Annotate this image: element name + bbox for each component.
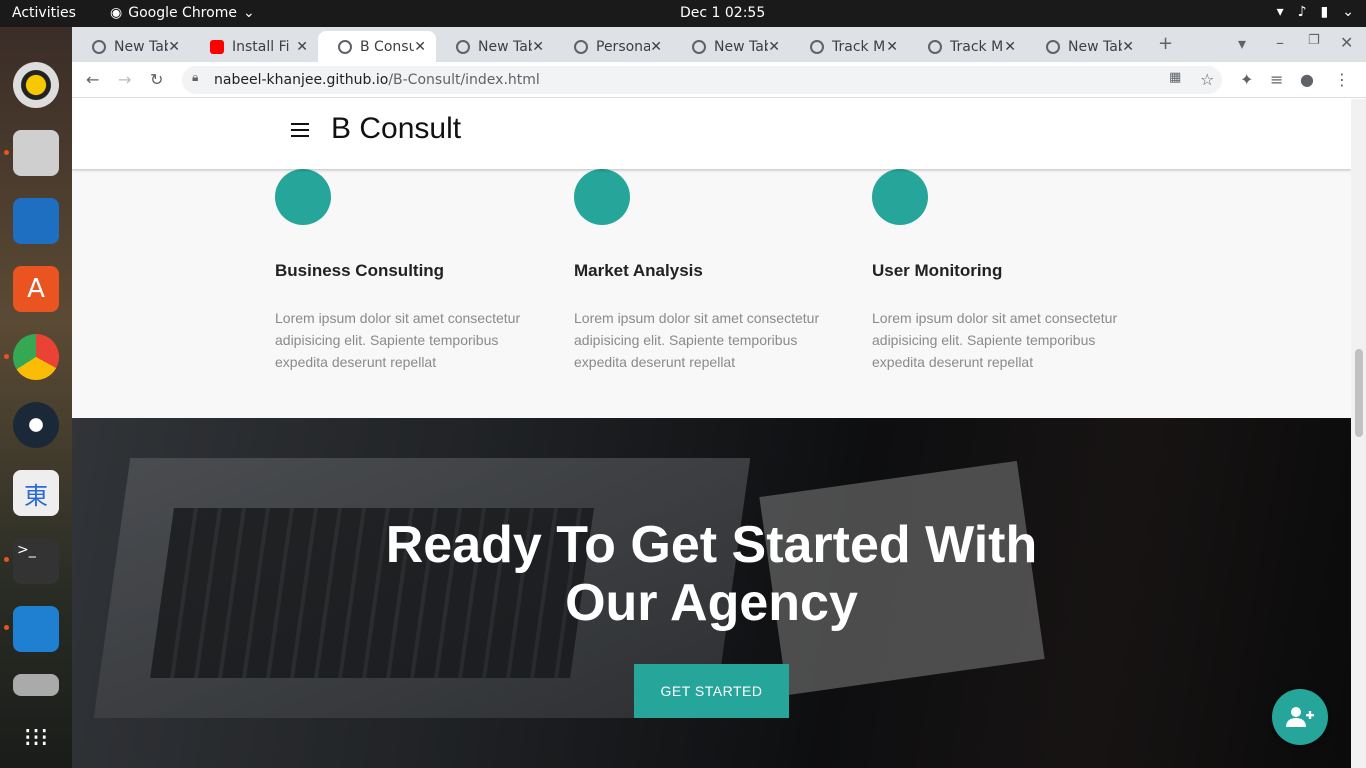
close-icon[interactable]: ✕ xyxy=(296,39,308,55)
steam-icon[interactable] xyxy=(13,402,59,448)
tab[interactable]: Install Fi ✕ xyxy=(190,31,318,62)
minimize-icon[interactable]: – xyxy=(1276,33,1284,52)
activities-button[interactable]: Activities xyxy=(12,5,76,21)
service-title: Market Analysis xyxy=(574,261,703,280)
web-page: B Consult Business Consulting Lorem ipsu… xyxy=(72,99,1351,768)
tab[interactable]: New Tab ✕ xyxy=(72,31,190,62)
mouse-icon xyxy=(275,169,331,225)
globe-icon xyxy=(1046,39,1060,54)
lock-icon: 🔒︎ xyxy=(192,70,199,84)
service-title: User Monitoring xyxy=(872,261,1003,280)
wifi-icon: ▾ xyxy=(1276,4,1284,20)
input-method-icon[interactable]: 東 xyxy=(13,470,59,516)
page-scrollbar[interactable] xyxy=(1351,99,1366,768)
clock[interactable]: Dec 1 02:55 xyxy=(680,5,765,21)
globe-icon xyxy=(810,39,824,54)
system-tray[interactable]: ▾ ♪ ▮ ⌄ xyxy=(1277,4,1354,20)
service-text: Lorem ipsum dolor sit amet consectetur a… xyxy=(872,310,1118,370)
close-icon[interactable]: ✕ xyxy=(168,39,180,55)
close-icon[interactable]: ✕ xyxy=(768,39,780,55)
hamburger-menu-icon[interactable] xyxy=(291,123,309,137)
monitor-icon xyxy=(872,169,928,225)
address-bar[interactable]: nabeel-khanjee.github.io/B-Consult/index… xyxy=(182,66,1222,94)
reload-icon[interactable]: ↻ xyxy=(150,70,163,89)
chevron-down-icon: ⌄ xyxy=(242,5,255,21)
terminal-icon[interactable]: >_ xyxy=(13,538,59,584)
site-brand[interactable]: B Consult xyxy=(331,112,461,146)
show-apps-icon[interactable]: ⁝⁝⁝ xyxy=(13,715,59,761)
close-icon[interactable]: ✕ xyxy=(532,39,544,55)
bookmark-star-icon[interactable]: ☆ xyxy=(1200,70,1214,89)
files-icon[interactable] xyxy=(13,130,59,176)
youtube-icon xyxy=(210,39,224,54)
chrome-icon: ◉ xyxy=(110,5,123,21)
restore-icon[interactable]: ❐ xyxy=(1308,33,1320,48)
add-user-icon xyxy=(1286,707,1314,727)
app-menu[interactable]: ◉ Google Chrome ⌄ xyxy=(110,5,255,21)
close-icon[interactable]: ✕ xyxy=(886,39,898,55)
globe-icon xyxy=(456,39,470,54)
close-window-icon[interactable]: ✕ xyxy=(1340,33,1353,52)
system-top-bar: Activities ◉ Google Chrome ⌄ Dec 1 02:55 ▾… xyxy=(0,0,1366,27)
service-text: Lorem ipsum dolor sit amet consectetur a… xyxy=(574,310,820,370)
extensions-icon[interactable]: ✦ xyxy=(1240,70,1253,89)
tab[interactable]: New Tab ✕ xyxy=(672,31,790,62)
media-icon[interactable]: ≡ xyxy=(1270,70,1283,89)
scrollbar-thumb[interactable] xyxy=(1355,349,1363,437)
tab[interactable]: New Tab ✕ xyxy=(436,31,554,62)
globe-icon xyxy=(338,39,352,54)
rhythmbox-icon[interactable] xyxy=(13,62,59,108)
menu-icon[interactable]: ⋮ xyxy=(1334,70,1350,89)
dock: A 東 >_ ⁝⁝⁝ xyxy=(0,27,72,768)
service-title: Business Consulting xyxy=(275,261,445,280)
app-name: Google Chrome xyxy=(128,5,237,21)
add-user-button[interactable] xyxy=(1272,689,1328,745)
get-started-button[interactable]: GET STARTED xyxy=(634,664,789,718)
new-tab-icon[interactable]: + xyxy=(1158,33,1173,54)
qr-icon[interactable]: ▦ xyxy=(1169,70,1181,85)
service-text: Lorem ipsum dolor sit amet consectetur a… xyxy=(275,310,521,370)
chrome-dock-icon[interactable] xyxy=(13,334,59,380)
chevron-down-icon: ⌄ xyxy=(1342,4,1354,20)
close-icon[interactable]: ✕ xyxy=(1004,39,1016,55)
globe-icon xyxy=(692,39,706,54)
chart-icon xyxy=(574,169,630,225)
globe-icon xyxy=(92,39,106,54)
tab[interactable]: Track M ✕ xyxy=(908,31,1026,62)
globe-icon xyxy=(574,39,588,54)
profile-icon[interactable]: ● xyxy=(1300,70,1314,89)
tab[interactable]: Personal ✕ xyxy=(554,31,672,62)
battery-icon: ▮ xyxy=(1320,4,1329,20)
archive-icon[interactable] xyxy=(13,674,59,696)
volume-icon: ♪ xyxy=(1297,4,1307,20)
back-icon[interactable]: ← xyxy=(86,70,99,89)
forward-icon[interactable]: → xyxy=(118,70,131,89)
tab-search-icon[interactable]: ▾ xyxy=(1238,34,1246,53)
tab[interactable]: Track M ✕ xyxy=(790,31,908,62)
globe-icon xyxy=(928,39,942,54)
browser-window: New Tab✕ Install Fi✕ B Consult✕ New Tab✕… xyxy=(72,27,1366,768)
tab-active[interactable]: B Consult✕ xyxy=(318,31,436,62)
close-icon[interactable]: ✕ xyxy=(1122,39,1134,55)
tab-strip: New Tab✕ Install Fi✕ B Consult✕ New Tab✕… xyxy=(72,27,1366,62)
browser-toolbar: ← → ↻ nabeel-khanjee.github.io/B-Consult… xyxy=(72,62,1366,98)
close-icon[interactable]: ✕ xyxy=(414,39,426,55)
tab[interactable]: New Tab ✕ xyxy=(1026,31,1144,62)
close-icon[interactable]: ✕ xyxy=(650,39,662,55)
software-icon[interactable]: A xyxy=(13,266,59,312)
cta-hero-section: Ready To Get Started With Our Agency GET … xyxy=(72,418,1351,768)
hero-heading: Ready To Get Started With Our Agency xyxy=(385,516,1038,632)
vscode-icon[interactable] xyxy=(13,606,59,652)
writer-icon[interactable] xyxy=(13,198,59,244)
site-navbar: B Consult xyxy=(72,99,1351,169)
